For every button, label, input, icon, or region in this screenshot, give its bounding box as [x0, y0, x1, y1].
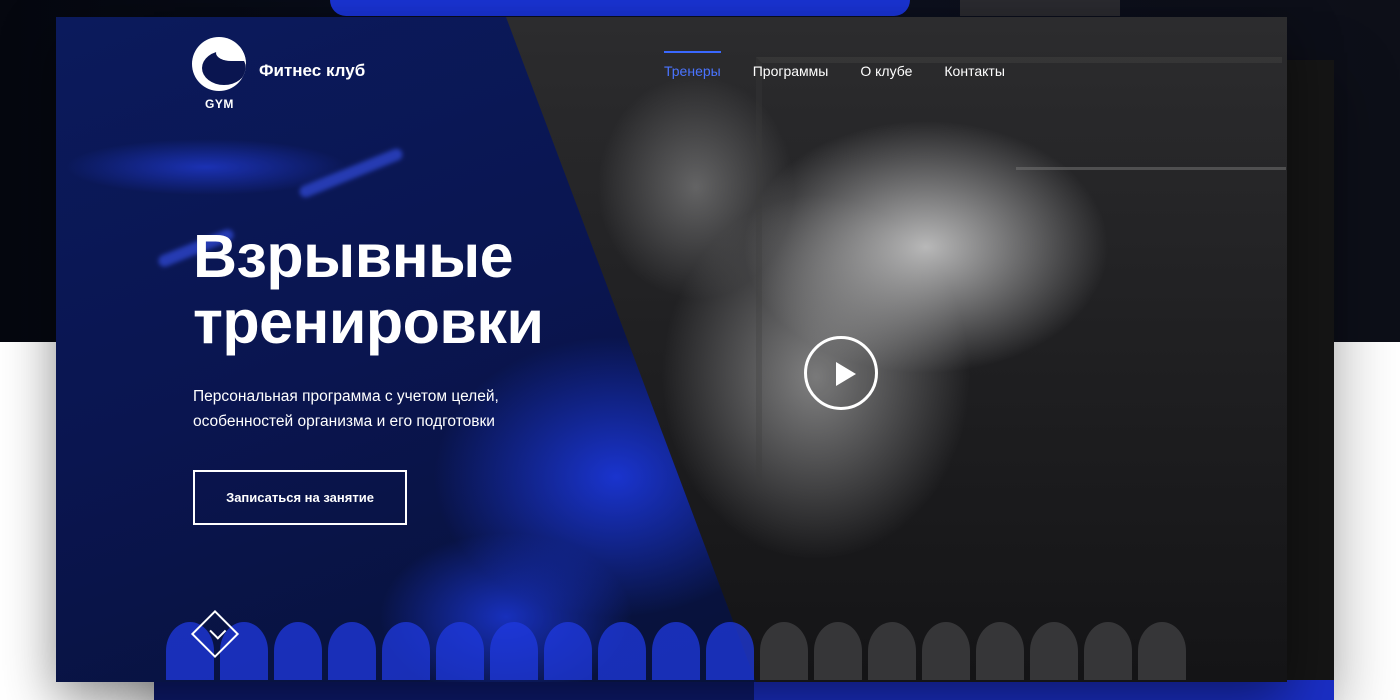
brand-name[interactable]: Фитнес клуб: [259, 61, 365, 81]
nav-item-about[interactable]: О клубе: [860, 51, 912, 79]
dumbbell-rack: [166, 622, 1286, 682]
main-nav: Тренеры Программы О клубе Контакты: [664, 51, 1005, 79]
hero-photo-detail: [1016, 167, 1286, 170]
subtitle-line: Персональная программа с учетом целей,: [193, 388, 499, 405]
hero-subtitle: Персональная программа с учетом целей, ос…: [193, 384, 613, 434]
play-video-button[interactable]: [804, 336, 878, 410]
dumbbell-plate: [1084, 622, 1132, 680]
play-icon: [836, 362, 856, 386]
dumbbell-plate: [490, 622, 538, 680]
dumbbell-plate: [1138, 622, 1186, 680]
dumbbell-plate: [598, 622, 646, 680]
dumbbell-plate: [922, 622, 970, 680]
dumbbell-plate: [1030, 622, 1078, 680]
backdrop-decor: [330, 0, 910, 16]
logo-text: GYM: [205, 97, 234, 111]
dumbbell-plate: [868, 622, 916, 680]
card-strip: [154, 680, 754, 700]
dumbbell-plate: [544, 622, 592, 680]
dumbbell-plate: [706, 622, 754, 680]
dumbbell-plate: [274, 622, 322, 680]
dumbbell-plate: [976, 622, 1024, 680]
subtitle-line: особенностей организма и его подготовки: [193, 413, 495, 430]
dumbbell-plate: [328, 622, 376, 680]
backdrop-decor: [960, 0, 1120, 16]
hero-section: GYM Фитнес клуб Тренеры Программы О клуб…: [56, 17, 1287, 682]
dumbbell-plate: [436, 622, 484, 680]
nav-item-trainers[interactable]: Тренеры: [664, 51, 721, 79]
dumbbell-plate: [760, 622, 808, 680]
chevron-down-icon: [209, 622, 227, 640]
logo[interactable]: GYM: [192, 37, 252, 111]
title-line: тренировки: [193, 288, 544, 356]
title-line: Взрывные: [193, 222, 514, 290]
card-strip: [754, 680, 1334, 700]
dumbbell-plate: [652, 622, 700, 680]
dumbbell-plate: [814, 622, 862, 680]
dumbbell-plate: [382, 622, 430, 680]
hero-photo-detail: [756, 57, 1282, 483]
signup-button[interactable]: Записаться на занятие: [193, 470, 407, 525]
nav-item-contacts[interactable]: Контакты: [944, 51, 1004, 79]
rhino-logo-icon: [192, 37, 246, 91]
nav-item-programs[interactable]: Программы: [753, 51, 829, 79]
page-title: Взрывные тренировки: [193, 222, 544, 356]
